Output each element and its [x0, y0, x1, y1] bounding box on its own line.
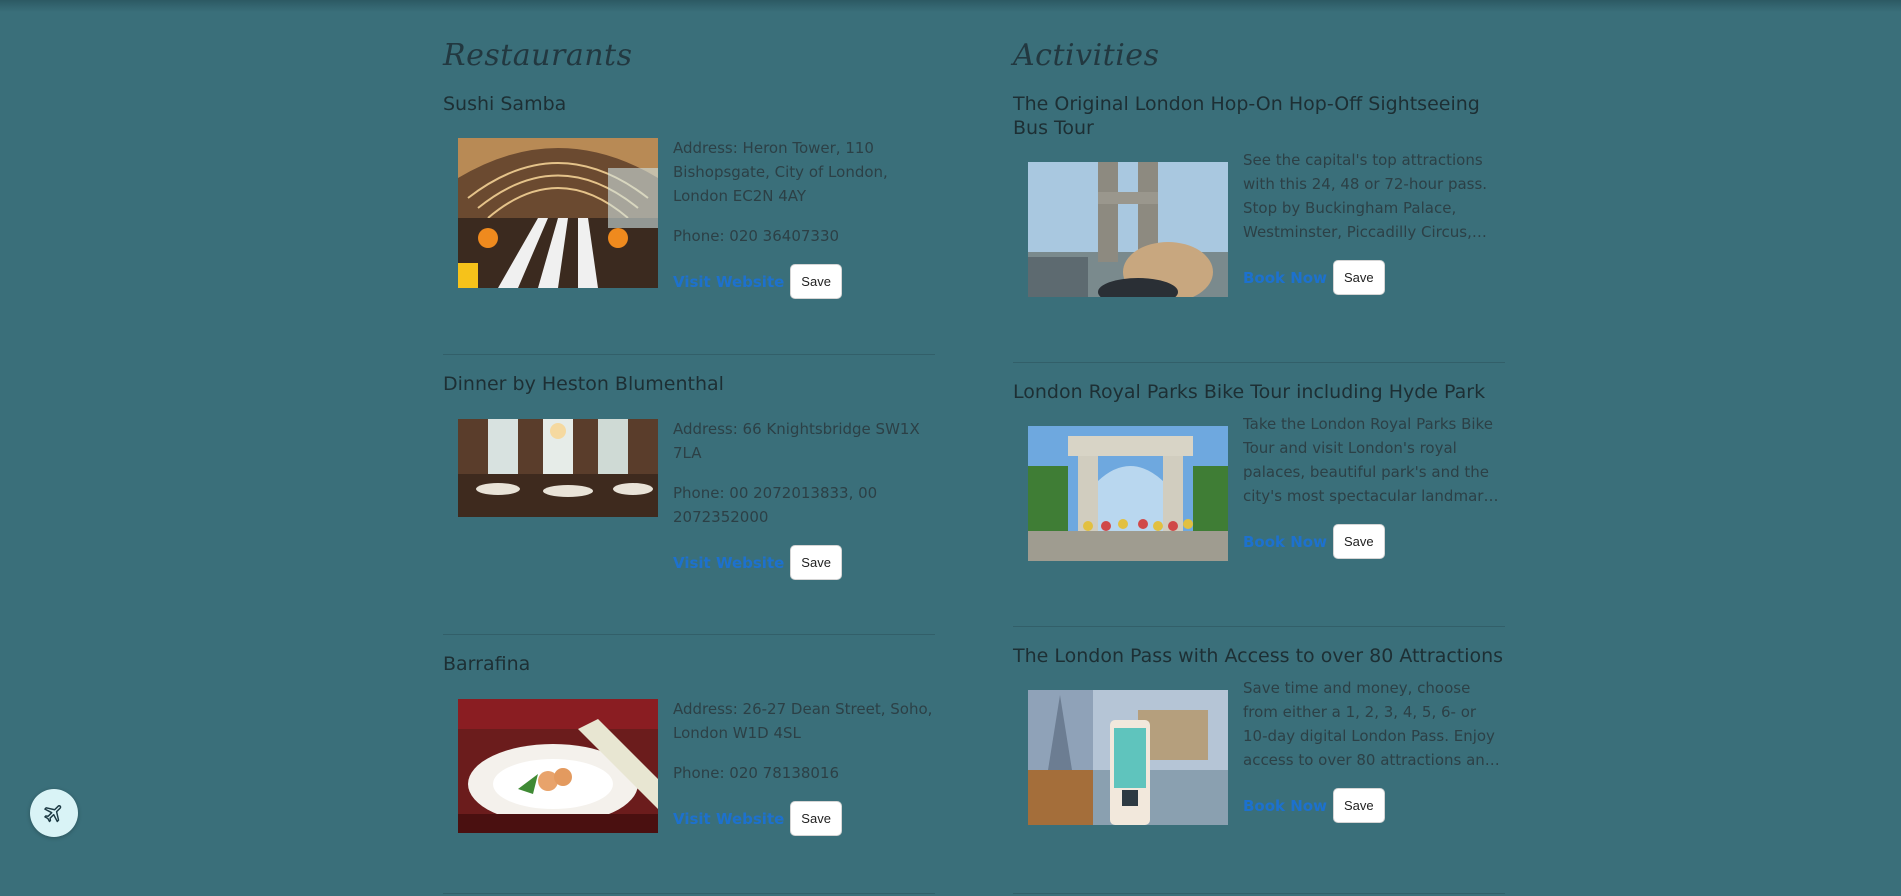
airplane-icon [44, 805, 62, 823]
activity-details: See the capital's top attractions with t… [1243, 148, 1503, 295]
restaurant-card: Dinner by Heston Blumenthal Address: 66 … [443, 372, 938, 622]
divider [443, 354, 935, 355]
activity-description: Take the London Royal Parks Bike Tour an… [1243, 415, 1500, 505]
divider [1013, 626, 1505, 627]
restaurant-phone: Phone: 020 36407330 [673, 227, 840, 245]
visit-website-link[interactable]: Visit Website [673, 551, 784, 575]
save-button[interactable]: Save [790, 264, 842, 299]
restaurant-details: Address: 66 Knightsbridge SW1X 7LA Phone… [673, 417, 933, 580]
restaurant-address: Address: 26-27 Dean Street, Soho, London… [673, 700, 933, 742]
activities-heading: Activities [1013, 38, 1160, 73]
activity-card: London Royal Parks Bike Tour including H… [1013, 380, 1508, 630]
restaurant-image [458, 138, 658, 288]
activity-details: Save time and money, choose from either … [1243, 676, 1503, 823]
restaurant-address: Address: 66 Knightsbridge SW1X 7LA [673, 420, 920, 462]
travel-fab-button[interactable] [30, 789, 78, 837]
divider [1013, 362, 1505, 363]
top-shadow [0, 0, 1901, 12]
restaurant-image [458, 699, 658, 833]
save-button[interactable]: Save [1332, 788, 1385, 823]
book-now-link[interactable]: Book Now [1243, 530, 1327, 554]
book-now-link[interactable]: Book Now [1243, 794, 1327, 818]
restaurant-name: Dinner by Heston Blumenthal [443, 373, 724, 395]
activity-card: The Original London Hop-On Hop-Off Sight… [1013, 92, 1508, 357]
restaurant-details: Address: 26-27 Dean Street, Soho, London… [673, 697, 933, 836]
activity-image [1028, 690, 1228, 825]
visit-website-link[interactable]: Visit Website [673, 270, 784, 294]
activity-description: Save time and money, choose from either … [1243, 679, 1495, 769]
divider [443, 634, 935, 635]
activity-image [1028, 162, 1228, 297]
activity-name: The London Pass with Access to over 80 A… [1013, 645, 1504, 667]
restaurant-details: Address: Heron Tower, 110 Bishopsgate, C… [673, 136, 933, 299]
restaurant-card: Sushi Samba Address: Heron Tower, 110 Bi… [443, 92, 938, 357]
restaurant-image [458, 419, 658, 517]
save-button[interactable]: Save [790, 545, 842, 580]
activity-description: See the capital's top attractions with t… [1243, 151, 1488, 241]
activity-name: The Original London Hop-On Hop-Off Sight… [1013, 93, 1480, 139]
divider [1013, 893, 1505, 894]
restaurant-card: Barrafina Address: 26-27 Dean Street, So… [443, 652, 938, 892]
activity-card: The London Pass with Access to over 80 A… [1013, 644, 1508, 884]
restaurants-heading: Restaurants [443, 38, 633, 73]
restaurant-name: Barrafina [443, 653, 531, 675]
restaurant-phone: Phone: 00 2072013833, 00 2072352000 [673, 484, 878, 526]
divider [443, 893, 935, 894]
save-button[interactable]: Save [790, 801, 842, 836]
save-button[interactable]: Save [1332, 524, 1385, 559]
save-button[interactable]: Save [1332, 260, 1385, 295]
restaurant-address: Address: Heron Tower, 110 Bishopsgate, C… [673, 139, 888, 205]
book-now-link[interactable]: Book Now [1243, 266, 1327, 290]
activity-details: Take the London Royal Parks Bike Tour an… [1243, 412, 1503, 559]
activity-name: London Royal Parks Bike Tour including H… [1013, 381, 1486, 403]
restaurant-phone: Phone: 020 78138016 [673, 764, 840, 782]
visit-website-link[interactable]: Visit Website [673, 807, 784, 831]
activity-image [1028, 426, 1228, 561]
restaurant-name: Sushi Samba [443, 93, 567, 115]
